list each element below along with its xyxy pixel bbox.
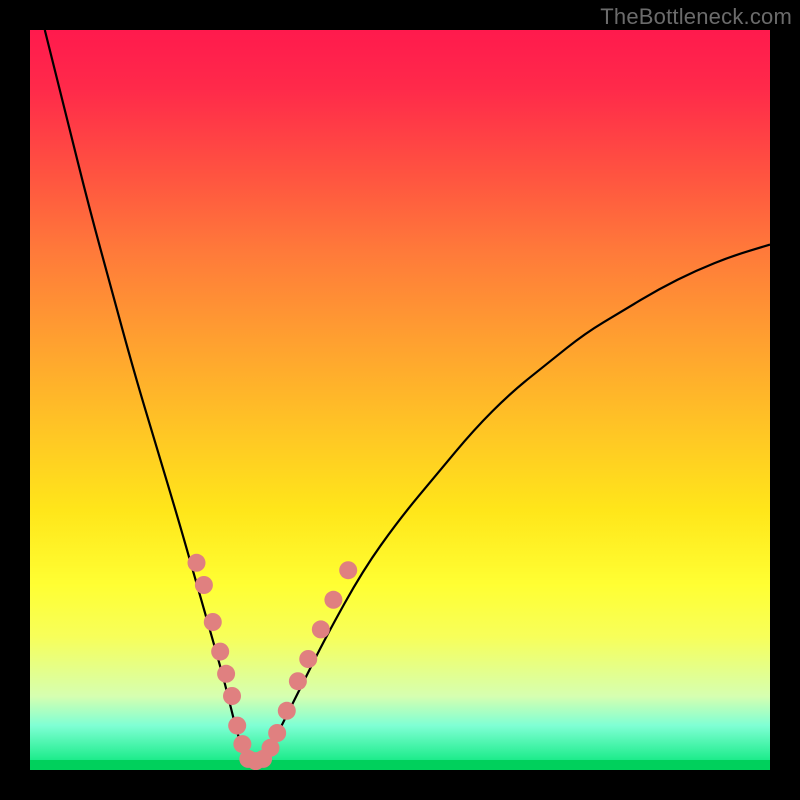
data-point	[223, 687, 241, 705]
chart-svg	[30, 30, 770, 770]
watermark-text: TheBottleneck.com	[600, 4, 792, 30]
plot-area	[30, 30, 770, 770]
data-point	[204, 613, 222, 631]
data-point	[299, 650, 317, 668]
data-point	[312, 620, 330, 638]
data-point	[339, 561, 357, 579]
data-point	[289, 672, 307, 690]
data-point	[195, 576, 213, 594]
data-point	[268, 724, 286, 742]
data-point	[228, 717, 246, 735]
data-point	[217, 665, 235, 683]
curve-right-branch	[252, 245, 770, 763]
data-point	[188, 554, 206, 572]
data-point	[278, 702, 296, 720]
chart-frame: TheBottleneck.com	[0, 0, 800, 800]
data-point	[324, 591, 342, 609]
data-points-group	[188, 554, 358, 770]
data-point	[211, 643, 229, 661]
